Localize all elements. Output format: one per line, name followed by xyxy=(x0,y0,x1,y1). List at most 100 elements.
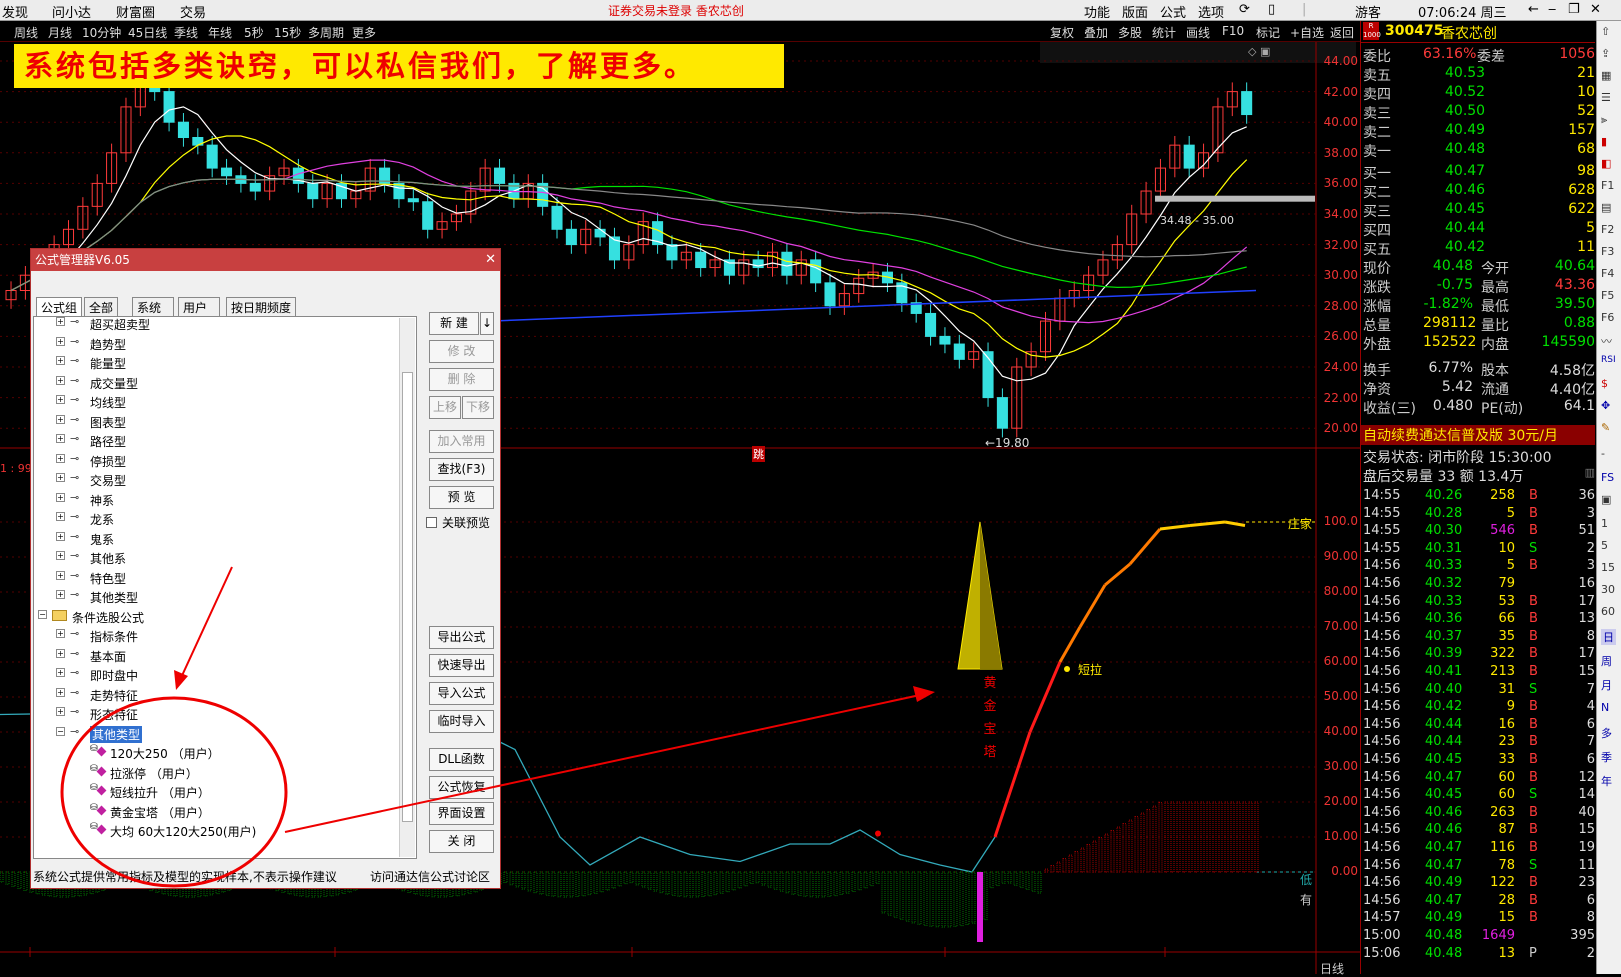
order-book-row: 卖二 40.49 157 xyxy=(1363,122,1595,141)
image-icon[interactable]: ▣ xyxy=(1601,493,1611,506)
order-book-volume: 98 xyxy=(1577,163,1595,179)
tick-time: 14:56 xyxy=(1363,857,1401,873)
grid-icon[interactable]: ▦ xyxy=(1601,69,1611,82)
tick-price: 40.33 xyxy=(1425,593,1463,609)
order-book-row: 买四 40.44 5 xyxy=(1363,220,1595,239)
tick-price: 40.31 xyxy=(1425,540,1463,556)
tick-price: 40.47 xyxy=(1425,892,1463,908)
period-day[interactable]: 日 xyxy=(1601,629,1616,645)
tick-count: 15 xyxy=(1578,822,1595,838)
tick-side: B xyxy=(1529,752,1538,767)
bar-chart-icon[interactable]: ▮ xyxy=(1601,135,1607,148)
period-month[interactable]: 月 xyxy=(1601,677,1612,693)
order-book-volume: 10 xyxy=(1577,84,1595,100)
period-60[interactable]: 60 xyxy=(1601,605,1615,618)
scroll-top-icon[interactable]: ⇪ xyxy=(1601,47,1610,60)
tick-count: 40 xyxy=(1578,804,1595,820)
tick-row: 14:56 40.32 79 16 xyxy=(1363,576,1595,593)
pen-icon[interactable]: ✎ xyxy=(1601,421,1610,434)
tick-price: 40.47 xyxy=(1425,769,1463,785)
tick-row: 14:56 40.41 213 B 15 xyxy=(1363,664,1595,681)
f6-icon[interactable]: F6 xyxy=(1601,311,1614,324)
tick-row: 14:56 40.33 53 B 17 xyxy=(1363,594,1595,611)
period-year[interactable]: 年 xyxy=(1601,773,1612,789)
tick-count: 19 xyxy=(1578,840,1595,855)
tick-time: 14:56 xyxy=(1363,628,1401,644)
order-book-volume: 21 xyxy=(1577,65,1595,81)
fs-icon[interactable]: FS xyxy=(1601,471,1614,484)
tick-price: 40.44 xyxy=(1425,716,1463,732)
trend-icon[interactable]: 〰 xyxy=(1601,333,1612,349)
trade-state: 交易状态: 闭市阶段 15:30:00 xyxy=(1363,447,1595,466)
stock-code: 300475 xyxy=(1385,23,1444,39)
f4-icon[interactable]: F4 xyxy=(1601,267,1614,280)
tick-price: 40.30 xyxy=(1425,523,1463,539)
dash-icon[interactable]: ‐ xyxy=(1601,447,1605,460)
chart-toggle-icon[interactable]: ▥ xyxy=(1585,466,1595,479)
period-30[interactable]: 30 xyxy=(1601,583,1615,596)
tick-price: 40.28 xyxy=(1425,505,1463,521)
back-icon[interactable]: ← xyxy=(1528,2,1539,17)
tick-time: 14:56 xyxy=(1363,875,1401,891)
tick-row: 15:00 40.48 1649 395 xyxy=(1363,928,1595,945)
quote-value: 40.64 xyxy=(1554,258,1595,274)
tick-count: 8 xyxy=(1586,628,1595,644)
minimize-icon[interactable]: ‒ xyxy=(1548,2,1556,17)
quote-label: 净资 xyxy=(1363,382,1391,398)
tick-side: B xyxy=(1529,699,1538,715)
weicha-value: 1056 xyxy=(1559,46,1595,62)
tick-row: 14:56 40.47 78 S 11 xyxy=(1363,858,1595,875)
f10-icon[interactable]: F1 xyxy=(1601,179,1614,192)
rsi-icon[interactable]: RSI xyxy=(1601,355,1616,365)
tick-row: 14:56 40.37 35 B 8 xyxy=(1363,629,1595,646)
tick-volume: 60 xyxy=(1498,769,1515,785)
order-book-price: 40.49 xyxy=(1445,122,1486,138)
tick-volume: 66 xyxy=(1498,611,1515,627)
quote-label: 最低 xyxy=(1481,299,1509,315)
period-multi[interactable]: 多 xyxy=(1601,725,1612,741)
tick-side: B xyxy=(1529,646,1538,662)
weibi-label: 委比 xyxy=(1363,49,1391,65)
tick-volume: 16 xyxy=(1498,716,1515,732)
chart-icon[interactable]: ⫸ xyxy=(1601,113,1607,127)
period-1[interactable]: 1 xyxy=(1601,517,1608,530)
quote-row: 外盘 152522 内盘 145590 xyxy=(1363,334,1595,353)
tick-volume: 263 xyxy=(1490,804,1515,820)
tick-time: 14:56 xyxy=(1363,611,1401,627)
close-window-icon[interactable]: ✕ xyxy=(1590,2,1601,17)
fund-icon[interactable]: ▤ xyxy=(1601,201,1611,214)
tick-volume: 5 xyxy=(1506,558,1515,574)
tick-side: S xyxy=(1529,857,1538,873)
tick-side: S xyxy=(1529,787,1538,803)
period-quarter[interactable]: 季 xyxy=(1601,749,1612,765)
period-5[interactable]: 5 xyxy=(1601,539,1608,552)
period-15[interactable]: 15 xyxy=(1601,561,1615,574)
order-book-row: 卖五 40.53 21 xyxy=(1363,65,1595,84)
order-book-price: 40.53 xyxy=(1445,65,1486,81)
order-book-row: 卖一 40.48 68 xyxy=(1363,141,1595,160)
kline-icon[interactable]: ◧ xyxy=(1601,157,1611,170)
tick-count: 4 xyxy=(1586,699,1595,715)
scroll-up-icon[interactable]: ⇧ xyxy=(1601,25,1610,38)
promo-link[interactable]: 自动续费通达信普及版 30元/月 xyxy=(1361,425,1595,445)
move-icon[interactable]: ✥ xyxy=(1601,399,1610,412)
quote-value: 0.88 xyxy=(1563,315,1595,331)
tick-side: B xyxy=(1529,769,1538,785)
list-icon[interactable]: ☰ xyxy=(1601,91,1611,104)
tick-time: 14:56 xyxy=(1363,699,1401,715)
order-book-row: 买二 40.46 628 xyxy=(1363,182,1595,201)
f5-icon[interactable]: F5 xyxy=(1601,289,1614,302)
tick-price: 40.47 xyxy=(1425,840,1463,855)
order-book-volume: 628 xyxy=(1568,182,1595,198)
tick-time: 14:56 xyxy=(1363,716,1401,732)
period-n[interactable]: N xyxy=(1601,701,1609,714)
f2-icon[interactable]: F2 xyxy=(1601,223,1614,236)
f3-icon[interactable]: F3 xyxy=(1601,245,1614,258)
money-icon[interactable]: $ xyxy=(1601,377,1608,390)
maximize-icon[interactable]: ❐ xyxy=(1568,2,1580,17)
order-book-price: 40.44 xyxy=(1445,220,1486,236)
tick-count: 23 xyxy=(1578,875,1595,891)
period-week[interactable]: 周 xyxy=(1601,653,1612,669)
stock-name: 香农芯创 xyxy=(1441,26,1497,42)
tick-price: 40.41 xyxy=(1425,664,1463,679)
